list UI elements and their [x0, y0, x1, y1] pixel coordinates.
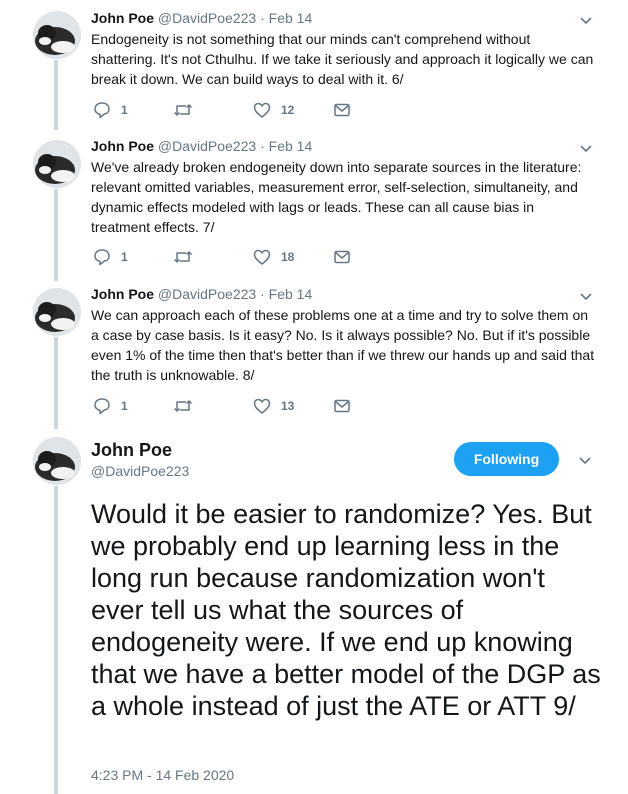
tweet-timestamp[interactable]: 4:23 PM - 14 Feb 2020	[91, 767, 234, 783]
tweet-header: John Poe @DavidPoe223 · Feb 14	[91, 285, 596, 303]
thread-line	[54, 189, 58, 281]
like-button[interactable]: 12	[253, 101, 294, 119]
chevron-down-icon[interactable]	[578, 140, 594, 156]
tweet: John Poe @DavidPoe223 · Feb 14 We've alr…	[91, 137, 596, 272]
separator: ·	[260, 286, 265, 302]
like-count: 13	[281, 399, 295, 413]
retweet-icon	[173, 400, 193, 412]
tweet-date[interactable]: Feb 14	[269, 10, 313, 26]
reply-icon	[94, 398, 110, 415]
avatar[interactable]	[33, 11, 81, 59]
thread-line	[54, 337, 58, 429]
chevron-down-icon[interactable]	[578, 288, 594, 304]
author-handle[interactable]: @DavidPoe223	[91, 462, 189, 480]
tweet: John Poe @DavidPoe223 · Feb 14 Endogenei…	[91, 9, 596, 124]
tweet-actions: 1 18	[91, 248, 391, 266]
message-button[interactable]	[333, 101, 351, 119]
reply-button[interactable]: 1	[93, 101, 128, 119]
author-handle[interactable]: @DavidPoe223	[158, 138, 256, 154]
tweet-header: John Poe @DavidPoe223 · Feb 14	[91, 9, 596, 27]
retweet-button[interactable]	[173, 101, 203, 119]
reply-count: 1	[121, 399, 128, 413]
like-count: 12	[281, 103, 295, 117]
retweet-button[interactable]	[173, 397, 203, 415]
tweet-date[interactable]: Feb 14	[269, 286, 313, 302]
reply-count: 1	[121, 250, 128, 264]
reply-count: 1	[121, 103, 128, 117]
message-icon	[334, 399, 350, 413]
tweet-text: We've already broken endogeneity down in…	[91, 159, 582, 235]
message-icon	[334, 103, 350, 117]
avatar[interactable]	[33, 140, 81, 188]
author-name[interactable]: John Poe	[91, 10, 154, 26]
separator: ·	[260, 138, 265, 154]
reply-icon	[94, 102, 110, 119]
reply-button[interactable]: 1	[93, 248, 128, 266]
tweet: John Poe @DavidPoe223 · Feb 14 We can ap…	[91, 285, 596, 420]
retweet-icon	[173, 104, 193, 116]
following-button[interactable]: Following	[454, 442, 559, 476]
reply-icon	[94, 249, 110, 266]
tweet-date[interactable]: Feb 14	[269, 138, 313, 154]
thread-line	[54, 486, 58, 794]
retweet-icon	[173, 251, 193, 263]
chevron-down-icon[interactable]	[577, 452, 593, 468]
tweet-actions: 1 13	[91, 397, 391, 415]
avatar[interactable]	[33, 437, 81, 485]
author-handle[interactable]: @DavidPoe223	[158, 286, 256, 302]
tweet-text: We can approach each of these problems o…	[91, 307, 595, 383]
like-button[interactable]: 18	[253, 248, 294, 266]
author-name[interactable]: John Poe	[91, 439, 189, 461]
author-name[interactable]: John Poe	[91, 138, 154, 154]
chevron-down-icon[interactable]	[578, 12, 594, 28]
tweet-header: John Poe @DavidPoe223 · Feb 14	[91, 137, 596, 155]
avatar[interactable]	[33, 288, 81, 336]
author-name[interactable]: John Poe	[91, 286, 154, 302]
message-button[interactable]	[333, 248, 351, 266]
thread-line	[54, 60, 58, 130]
tweet-text: Endogeneity is not something that our mi…	[91, 31, 594, 87]
retweet-button[interactable]	[173, 248, 203, 266]
reply-button[interactable]: 1	[93, 397, 128, 415]
author-handle[interactable]: @DavidPoe223	[158, 10, 256, 26]
like-button[interactable]: 13	[253, 397, 294, 415]
tweet-actions: 1 12	[91, 101, 391, 119]
separator: ·	[260, 10, 265, 26]
main-tweet-author: John Poe @DavidPoe223	[91, 439, 189, 480]
like-count: 18	[281, 250, 295, 264]
like-icon	[253, 102, 271, 118]
like-icon	[253, 398, 271, 414]
message-button[interactable]	[333, 397, 351, 415]
message-icon	[334, 250, 350, 264]
main-tweet-text: Would it be easier to randomize? Yes. Bu…	[91, 499, 601, 721]
like-icon	[253, 249, 271, 265]
